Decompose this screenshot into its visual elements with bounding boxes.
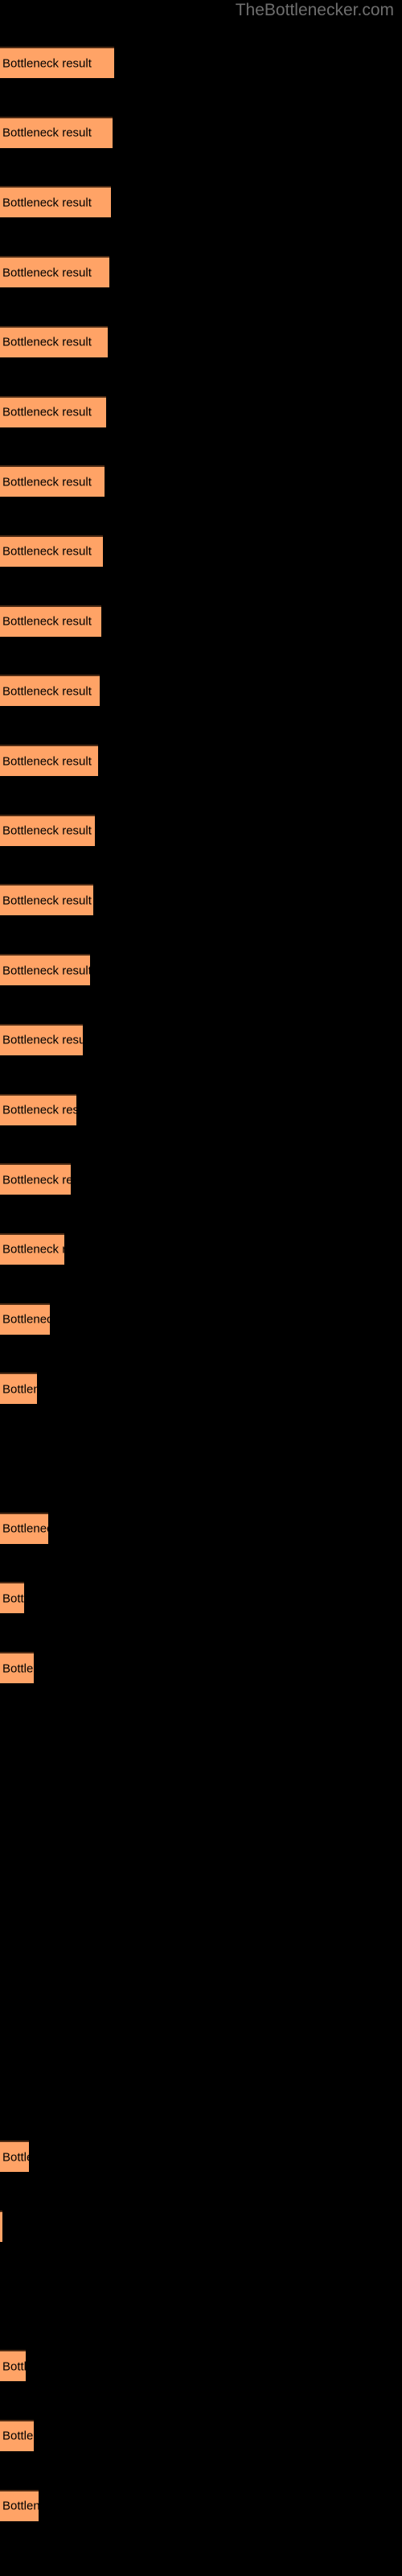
bar-label: Bottleneck result — [2, 2359, 26, 2374]
bar-label: Bottleneck result — [2, 1591, 24, 1606]
bar-label: Bottleneck result — [2, 1521, 48, 1536]
bar: Bottleneck result — [0, 1302, 50, 1335]
bar-label: Bottleneck result — [2, 266, 92, 280]
bar: Bottleneck result — [0, 2489, 39, 2521]
bar-label: Bottleneck result — [2, 2429, 34, 2443]
bar-label: Bottleneck result — [2, 475, 92, 489]
bar-label: Bottleneck result — [2, 894, 92, 908]
bar: Bottleneck result — [0, 1582, 24, 1614]
bar-label: Bottleneck result — [2, 126, 92, 140]
bar-label: Bottleneck result — [2, 196, 92, 210]
bar: Bottleneck result — [0, 116, 113, 148]
bar: Bottleneck result — [0, 1093, 76, 1125]
bottleneck-bar-chart: Bottleneck result Bottleneck result Bottle… — [0, 0, 402, 2576]
bar: Bottleneck result — [0, 2210, 2, 2242]
bar-label: Bottleneck result — [2, 824, 92, 838]
bar-label: Bottleneck result — [2, 1312, 50, 1327]
bar-label: Bottleneck result — [2, 56, 92, 70]
bar-label: Bottleneck result — [2, 964, 90, 978]
bar: Bottleneck result — [0, 47, 114, 78]
bar: Bottleneck result — [0, 1373, 37, 1405]
bar: Bottleneck result — [0, 1512, 48, 1544]
bar: Bottleneck result — [0, 395, 106, 427]
bar-label: Bottleneck result — [2, 754, 92, 768]
bar: Bottleneck result — [0, 1652, 34, 1684]
bar-label: Bottleneck result — [2, 684, 92, 699]
bar: Bottleneck result — [0, 535, 103, 567]
bar-label: Bottleneck result — [2, 1382, 37, 1397]
bar: Bottleneck result — [0, 465, 105, 497]
bar: Bottleneck result — [0, 745, 98, 776]
bar-label: Bottleneck result — [2, 614, 92, 629]
bar-label: Bottleneck result — [2, 1173, 71, 1187]
bar-label: Bottleneck result — [2, 1103, 76, 1117]
bar-label: Bottleneck result — [2, 2150, 29, 2164]
bar-label: Bottleneck result — [2, 2499, 39, 2513]
bar-label: Bottleneck result — [2, 544, 92, 559]
bar: Bottleneck result — [0, 1163, 71, 1195]
bar: Bottleneck result — [0, 1023, 83, 1055]
bar: Bottleneck result — [0, 2419, 34, 2451]
bar-label: Bottleneck result — [2, 1662, 34, 1676]
bar: Bottleneck result — [0, 2350, 26, 2382]
bar: Bottleneck result — [0, 884, 93, 916]
bar-label: Bottleneck result — [2, 1033, 83, 1047]
bar: Bottleneck result — [0, 675, 100, 707]
bar: Bottleneck result — [0, 186, 111, 218]
bar-label: Bottleneck result — [2, 335, 92, 349]
bar: Bottleneck result — [0, 814, 95, 846]
bar: Bottleneck result — [0, 605, 101, 637]
bar-label: Bottleneck result — [2, 1242, 64, 1257]
bar-label: Bottleneck result — [2, 405, 92, 419]
bar: Bottleneck result — [0, 954, 90, 986]
bar: Bottleneck result — [0, 256, 109, 288]
bar: Bottleneck result — [0, 1232, 64, 1265]
bar: Bottleneck result — [0, 325, 108, 357]
bar: Bottleneck result — [0, 2140, 29, 2172]
